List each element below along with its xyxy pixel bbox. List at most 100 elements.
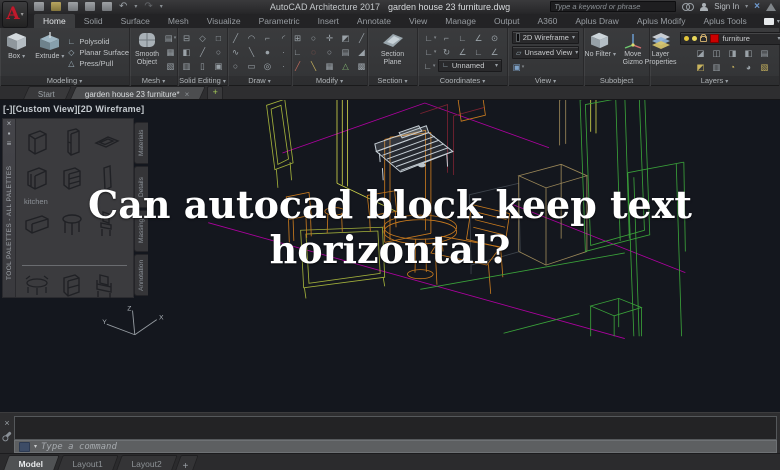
- tab-layout2[interactable]: Layout2: [116, 455, 178, 470]
- palette-block-cabinet-2[interactable]: [54, 269, 88, 303]
- ucs-tool-icon[interactable]: ↻: [440, 46, 453, 58]
- undo-caret-icon[interactable]: ▾: [134, 3, 137, 10]
- panel-label-coordinates[interactable]: Coordinates ▾: [418, 76, 507, 86]
- tab-annotate[interactable]: Annotate: [348, 14, 400, 28]
- layer-properties-button[interactable]: Layer Properties: [645, 29, 677, 75]
- ucs-name-dropdown[interactable]: ∟ Unnamed ▾: [438, 59, 502, 72]
- draw-tool-icon[interactable]: ●: [261, 46, 274, 58]
- tab-output[interactable]: Output: [485, 14, 529, 28]
- layer-tool-icon[interactable]: ◧: [742, 47, 755, 59]
- layer-dropdown[interactable]: furniture ▾: [680, 32, 780, 45]
- autodesk-exchange-icon[interactable]: ×: [754, 2, 760, 12]
- plot-icon[interactable]: [102, 2, 112, 11]
- command-input[interactable]: ▾ Type a command: [14, 440, 777, 453]
- draw-tool-icon[interactable]: ╱: [229, 32, 242, 44]
- solid-edit-tool-icon[interactable]: ○: [212, 46, 225, 58]
- modify-tool-icon[interactable]: ◩: [339, 32, 352, 44]
- draw-tool-icon[interactable]: ▭: [245, 60, 258, 72]
- named-view-dropdown[interactable]: ▱ Unsaved View ▾: [512, 46, 579, 59]
- modify-tool-icon[interactable]: ▦: [323, 60, 336, 72]
- tab-view[interactable]: View: [400, 14, 436, 28]
- tab-visualize[interactable]: Visualize: [198, 14, 250, 28]
- ribbon-display-toggle[interactable]: ▾: [764, 18, 780, 28]
- layer-tool-icon[interactable]: ◔: [726, 61, 739, 73]
- layer-tool-icon[interactable]: ◨: [726, 47, 739, 59]
- modify-tool-icon[interactable]: ○: [323, 46, 336, 58]
- solid-edit-tool-icon[interactable]: ╱: [196, 46, 209, 58]
- palette-close-icon[interactable]: ×: [7, 119, 12, 129]
- tab-aplus-modify[interactable]: Aplus Modify: [628, 14, 695, 28]
- file-tab-active-document[interactable]: garden house 23 furniture*×: [70, 86, 206, 99]
- tab-layout1[interactable]: Layout1: [57, 455, 119, 470]
- modify-tool-icon[interactable]: ╱: [355, 32, 368, 44]
- solid-edit-tool-icon[interactable]: ▥: [180, 60, 193, 72]
- save-icon[interactable]: [68, 2, 78, 11]
- new-layout-button[interactable]: +: [175, 455, 198, 470]
- modify-tool-icon[interactable]: ⊞: [291, 32, 304, 44]
- palette-block-base-cabinet[interactable]: [20, 161, 54, 195]
- command-close-icon[interactable]: ×: [4, 419, 9, 427]
- planar-surface-button[interactable]: ◇ Planar Surface: [66, 48, 129, 57]
- palette-block-dining-set[interactable]: [20, 269, 54, 303]
- ucs-tool-icon[interactable]: ∟▾: [423, 60, 436, 72]
- layer-tool-icon[interactable]: ◫: [710, 47, 723, 59]
- ucs-tool-icon[interactable]: ∠: [488, 46, 501, 58]
- modify-tool-icon[interactable]: △: [339, 60, 352, 72]
- layer-tool-icon[interactable]: ▧: [758, 61, 771, 73]
- palette-block-sink[interactable]: [90, 125, 124, 159]
- modify-tool-icon[interactable]: ╱: [291, 60, 304, 72]
- ucs-tool-icon[interactable]: ∟▾: [424, 46, 437, 58]
- ucs-tool-icon[interactable]: ∟: [472, 46, 485, 58]
- palette-properties-icon[interactable]: ≡: [7, 139, 12, 149]
- draw-tool-icon[interactable]: ⌐: [261, 32, 274, 44]
- sign-in-label[interactable]: Sign In: [714, 2, 739, 11]
- panel-label-view[interactable]: View ▾: [508, 76, 583, 86]
- palette-tab-materials[interactable]: Materials: [134, 122, 148, 164]
- panel-label-modeling[interactable]: Modeling ▾: [0, 76, 129, 86]
- new-drawing-tab-button[interactable]: +: [207, 86, 223, 99]
- application-menu-button[interactable]: A ▾: [2, 1, 28, 28]
- drawing-canvas[interactable]: Y Z X [-][Custom View][2D Wireframe] × ▪…: [0, 100, 780, 412]
- tab-aplus-tools[interactable]: Aplus Tools: [694, 14, 755, 28]
- tab-close-icon[interactable]: ×: [185, 90, 190, 99]
- undo-icon[interactable]: ↶: [119, 2, 127, 11]
- layer-tool-icon[interactable]: ◕: [742, 61, 755, 73]
- qat-customize-caret-icon[interactable]: ▾: [160, 3, 163, 10]
- modify-tool-icon[interactable]: ✛: [323, 32, 336, 44]
- layer-tool-icon[interactable]: ▥: [710, 61, 723, 73]
- ucs-tool-icon[interactable]: ∟: [456, 32, 469, 44]
- tab-surface[interactable]: Surface: [112, 14, 159, 28]
- layer-tool-icon[interactable]: ◩: [694, 61, 707, 73]
- ucs-tool-icon[interactable]: ⌐: [440, 32, 453, 44]
- draw-tool-icon[interactable]: ╲: [245, 46, 258, 58]
- draw-tool-icon[interactable]: ·: [277, 46, 290, 58]
- modify-tool-icon[interactable]: ∟: [291, 46, 304, 58]
- modify-tool-icon[interactable]: ○: [307, 32, 320, 44]
- ucs-tool-icon[interactable]: ∟▾: [424, 32, 437, 44]
- panel-label-modify[interactable]: Modify ▾: [292, 76, 367, 86]
- solid-edit-tool-icon[interactable]: □: [212, 32, 225, 44]
- visual-style-dropdown[interactable]: 2D Wireframe ▾: [512, 31, 579, 44]
- tab-mesh[interactable]: Mesh: [159, 14, 198, 28]
- palette-block-tall-cabinet[interactable]: [55, 125, 89, 159]
- panel-label-solid-editing[interactable]: Solid Editing ▾: [178, 76, 227, 86]
- infocenter-search-input[interactable]: [550, 1, 676, 12]
- sign-in-person-icon[interactable]: [700, 3, 708, 11]
- modify-tool-icon[interactable]: ╲: [307, 60, 320, 72]
- panel-label-subobject[interactable]: Subobject: [584, 76, 649, 86]
- draw-tool-icon[interactable]: ◠: [245, 32, 258, 44]
- tab-solid[interactable]: Solid: [75, 14, 112, 28]
- ucs-tool-icon[interactable]: ∠: [472, 32, 485, 44]
- tab-manage[interactable]: Manage: [436, 14, 485, 28]
- solid-edit-tool-icon[interactable]: ▯: [196, 60, 209, 72]
- sign-in-caret-icon[interactable]: ▾: [745, 3, 748, 10]
- press-pull-button[interactable]: △ Press/Pull: [66, 59, 129, 68]
- palette-block-armchair[interactable]: [88, 269, 122, 303]
- tool-palette-titlebar[interactable]: × ▪ ≡ TOOL PALETTES - ALL PALETTES: [2, 118, 16, 298]
- tab-home[interactable]: Home: [34, 14, 75, 28]
- extrude-button[interactable]: Extrude ▾: [33, 29, 66, 75]
- draw-tool-icon[interactable]: ◜: [277, 32, 290, 44]
- tab-a360[interactable]: A360: [528, 14, 566, 28]
- layer-tool-icon[interactable]: ◪: [694, 47, 707, 59]
- viewport-tool-icon[interactable]: ▣▾: [512, 61, 525, 73]
